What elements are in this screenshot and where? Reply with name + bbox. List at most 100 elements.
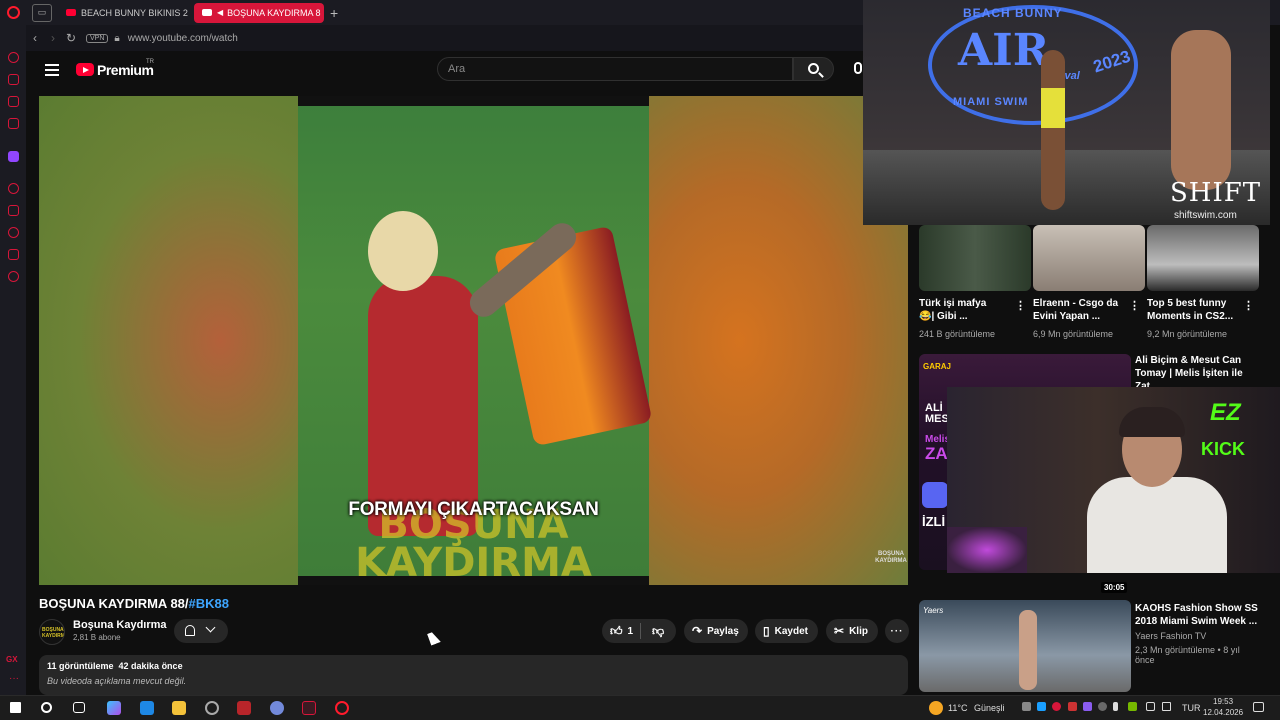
history-icon[interactable] bbox=[8, 227, 19, 238]
youtube-favicon-icon bbox=[202, 9, 212, 16]
streamer-hair bbox=[1119, 407, 1185, 437]
shift-url: shiftswim.com bbox=[1174, 210, 1237, 221]
new-tab-button[interactable]: + bbox=[330, 5, 338, 21]
search-icon[interactable] bbox=[41, 702, 52, 713]
title-line: Moments in CS2... bbox=[1147, 311, 1234, 322]
bookmark-icon[interactable] bbox=[8, 205, 19, 216]
network-icon[interactable] bbox=[1146, 702, 1155, 711]
player-icon[interactable] bbox=[8, 183, 19, 194]
thumb-text: İZLİ bbox=[922, 514, 946, 529]
edge-icon[interactable] bbox=[140, 701, 154, 715]
url-field[interactable]: www.youtube.com/watch bbox=[128, 33, 238, 44]
aria-icon[interactable] bbox=[8, 52, 19, 63]
channel-name[interactable]: Boşuna Kaydırma bbox=[73, 619, 167, 631]
tab-title: BEACH BUNNY BIKINIS 20 bbox=[81, 7, 188, 18]
kebab-menu-icon[interactable]: ⋮ bbox=[1129, 299, 1140, 312]
title-line: 😂| Gibi ... bbox=[919, 311, 968, 322]
windows-taskbar: 11°C Güneşli TUR 19:53 12.04.2026 bbox=[0, 695, 1280, 720]
like-button[interactable]: 👍︎ 1 👎︎ bbox=[602, 619, 676, 643]
speaker-icon[interactable]: ◀ bbox=[217, 8, 223, 17]
microphone-tray-icon[interactable] bbox=[1113, 702, 1118, 711]
tab-bosuna-kaydirma[interactable]: ◀ BOŞUNA KAYDIRMA 8 bbox=[194, 2, 324, 23]
tray-icon[interactable] bbox=[1022, 702, 1031, 711]
thumbs-down-icon[interactable]: 👎︎ bbox=[652, 624, 664, 639]
back-icon[interactable]: ‹ bbox=[26, 31, 44, 45]
messenger-icon[interactable] bbox=[8, 96, 19, 107]
shift-logo: SHIFT bbox=[1170, 178, 1262, 208]
brand-main-text: AIR bbox=[958, 25, 1050, 76]
opera-gx-icon[interactable] bbox=[302, 701, 316, 715]
windows-start-icon[interactable] bbox=[10, 702, 21, 713]
volume-icon[interactable] bbox=[1162, 702, 1171, 711]
channel-avatar[interactable]: BOŞUNA KAYDIRMA bbox=[39, 619, 65, 645]
lock-icon[interactable]: 🔒︎ bbox=[114, 33, 119, 44]
clip-button[interactable]: ✂︎ Klip bbox=[826, 619, 878, 643]
forward-icon[interactable]: › bbox=[44, 31, 62, 45]
hashtag-link[interactable]: #BK88 bbox=[189, 596, 229, 611]
language-indicator[interactable]: TUR bbox=[1182, 703, 1201, 713]
view-stats: 11 görüntüleme 42 dakika önce bbox=[47, 661, 900, 671]
video-player[interactable]: BOŞUNA KAYDIRMA FORMAYI ÇIKARTACAKSAN BO… bbox=[39, 96, 908, 585]
opera-logo-icon[interactable] bbox=[0, 0, 26, 25]
tab-workspace-icon[interactable]: ▭ bbox=[32, 3, 52, 22]
channel-name[interactable]: Yaers Fashion TV bbox=[1135, 631, 1206, 641]
extensions-icon[interactable] bbox=[8, 249, 19, 260]
mouse-cursor bbox=[427, 630, 441, 646]
share-button[interactable]: ↷ Paylaş bbox=[684, 619, 748, 643]
kebab-menu-icon[interactable]: ⋮ bbox=[1243, 299, 1254, 312]
tray-icon[interactable] bbox=[1098, 702, 1107, 711]
streamer-shirt bbox=[1087, 477, 1227, 573]
youtube-logo-text[interactable]: Premium bbox=[97, 62, 154, 78]
twitch-icon[interactable] bbox=[8, 151, 19, 162]
file-explorer-icon[interactable] bbox=[172, 701, 186, 715]
recommendation-card[interactable]: Yaers KAOHS Fashion Show SS 2018 Miami Sw… bbox=[919, 600, 1259, 692]
title-line: Ali Biçim & Mesut Can bbox=[1135, 355, 1242, 366]
steam-icon[interactable] bbox=[1037, 702, 1046, 711]
description-box[interactable]: 11 görüntüleme 42 dakika önce Bu videoda… bbox=[39, 655, 908, 695]
weather-temp[interactable]: 11°C bbox=[948, 703, 967, 713]
video-subtitle: FORMAYI ÇIKARTACAKSAN bbox=[348, 499, 599, 520]
bag-icon[interactable] bbox=[8, 74, 19, 85]
nvidia-icon[interactable] bbox=[1128, 702, 1137, 711]
video-editor-icon[interactable] bbox=[237, 701, 251, 715]
search-input[interactable]: Ara bbox=[437, 57, 793, 81]
discord-icon[interactable] bbox=[270, 701, 284, 715]
recommendation-title: Türk işi mafya 😂| Gibi ... bbox=[919, 297, 1019, 323]
reload-icon[interactable]: ↻ bbox=[62, 31, 80, 45]
tray-icon[interactable] bbox=[1083, 702, 1092, 711]
recommendation-card[interactable]: Top 5 best funny Moments in CS2... ⋮ 9,2 … bbox=[1147, 225, 1259, 345]
video-title: BOŞUNA KAYDIRMA 88/#BK88 bbox=[39, 596, 229, 611]
tray-icon[interactable] bbox=[1068, 702, 1077, 711]
instagram-icon[interactable] bbox=[8, 118, 19, 129]
copilot-icon[interactable] bbox=[107, 701, 121, 715]
thumb-text: MES bbox=[925, 413, 949, 425]
subscription-bell-button[interactable] bbox=[174, 619, 228, 643]
weather-desc[interactable]: Güneşli bbox=[974, 703, 1005, 713]
search-button[interactable] bbox=[793, 57, 834, 81]
microphone-icon[interactable] bbox=[854, 62, 862, 74]
more-actions-button[interactable]: ··· bbox=[885, 619, 909, 643]
tab-beach-bunny[interactable]: BEACH BUNNY BIKINIS 20 bbox=[58, 3, 188, 23]
thumbnail bbox=[919, 225, 1031, 291]
notification-icon[interactable] bbox=[1253, 702, 1264, 712]
sidebar-more-icon[interactable]: ··· bbox=[9, 673, 19, 684]
settings-icon[interactable] bbox=[8, 271, 19, 282]
gx-control-label[interactable]: GX bbox=[6, 655, 18, 664]
save-button[interactable]: ▯ Kaydet bbox=[755, 619, 818, 643]
hamburger-menu-icon[interactable] bbox=[45, 64, 59, 76]
recommendation-card[interactable]: Türk işi mafya 😂| Gibi ... ⋮ 241 B görünt… bbox=[919, 225, 1031, 345]
kebab-menu-icon[interactable]: ⋮ bbox=[1015, 299, 1026, 312]
weather-sun-icon[interactable] bbox=[929, 701, 943, 715]
task-view-icon[interactable] bbox=[73, 702, 85, 713]
obs-icon[interactable] bbox=[205, 701, 219, 715]
youtube-logo-icon[interactable] bbox=[76, 63, 94, 76]
vpn-badge[interactable]: VPN bbox=[86, 33, 109, 43]
recommendation-card[interactable]: Elraenn - Csgo da Evini Yapan ... ⋮ 6,9 M… bbox=[1033, 225, 1145, 345]
like-divider bbox=[640, 623, 641, 639]
clock-date[interactable]: 12.04.2026 bbox=[1203, 708, 1243, 717]
clock-time[interactable]: 19:53 bbox=[1213, 697, 1233, 706]
share-icon: ↷ bbox=[692, 624, 703, 638]
opera-tray-icon[interactable] bbox=[1052, 702, 1061, 711]
opera-icon[interactable] bbox=[335, 701, 349, 715]
picture-in-picture-window[interactable]: BEACH BUNNY AIR Arrival 2023 MIAMI SWIM … bbox=[863, 0, 1270, 225]
